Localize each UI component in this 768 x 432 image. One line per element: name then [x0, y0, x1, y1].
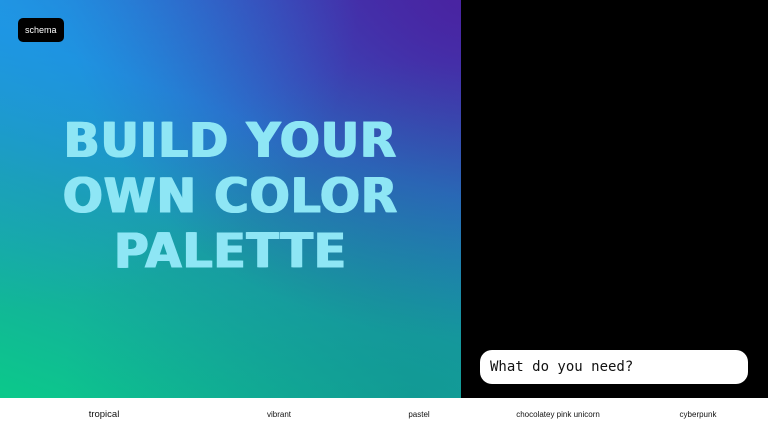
brand-logo[interactable]: schema — [18, 18, 64, 42]
hero-gradient-panel: schema BUILD YOUR OWN COLOR PALETTE — [0, 0, 461, 398]
prompt-input[interactable] — [480, 350, 748, 384]
suggestion-chocolatey-pink-unicorn[interactable]: chocolatey pink unicorn — [516, 398, 600, 432]
app-root: schema BUILD YOUR OWN COLOR PALETTE trop… — [0, 0, 768, 432]
suggestion-bar: tropical vibrant pastel chocolatey pink … — [0, 398, 768, 432]
headline-line-2: OWN COLOR — [62, 168, 399, 225]
hero-headline: BUILD YOUR OWN COLOR PALETTE — [0, 114, 461, 279]
headline-line-1: BUILD YOUR — [63, 113, 398, 170]
palette-output-panel — [461, 0, 768, 398]
suggestion-cyberpunk[interactable]: cyberpunk — [680, 398, 717, 432]
suggestion-pastel[interactable]: pastel — [408, 398, 429, 432]
suggestion-tropical[interactable]: tropical — [89, 398, 120, 432]
headline-line-3: PALETTE — [114, 223, 347, 280]
suggestion-vibrant[interactable]: vibrant — [267, 398, 291, 432]
